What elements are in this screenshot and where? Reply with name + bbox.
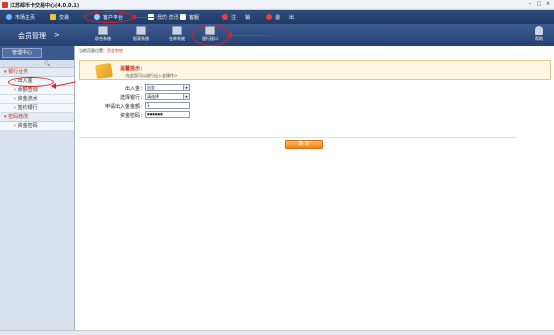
sidebar-item-fund-flow[interactable]: › 资金流水 bbox=[0, 95, 74, 104]
main-content: 当前页面位置：资金划转 温馨提示： 在此您可以进行出入金操作> 出入金： 出金 … bbox=[76, 46, 554, 330]
chevron-down-icon: ▾ bbox=[183, 85, 189, 90]
sidebar-header: 管理中心 bbox=[0, 46, 74, 60]
form-row: 申请出入金金额： 1 bbox=[79, 102, 519, 111]
sidebar-item-fund-password[interactable]: › 资金密码 bbox=[0, 122, 74, 131]
toolbar-label: 仓库系统 bbox=[169, 36, 185, 41]
amount-input[interactable]: 1 bbox=[145, 102, 190, 109]
sidebar-item-balance-query[interactable]: › 余额查询 bbox=[0, 86, 74, 95]
module-navbar: 会员管理 > 综合系统 报表系统 仓库系统 银行接口 帮助 bbox=[0, 24, 554, 46]
confirm-button[interactable]: 确 定 bbox=[285, 140, 323, 149]
tip-box: 温馨提示： 在此您可以进行出入金操作> bbox=[79, 60, 551, 80]
field-label: 申请出入金金额： bbox=[104, 104, 145, 110]
sidebar-group-bank[interactable]: ▾ 银行业务 bbox=[0, 68, 74, 77]
menu-label: 注 bbox=[231, 14, 237, 21]
annotation-arrow bbox=[230, 35, 270, 36]
coin-icon bbox=[50, 14, 56, 20]
toolbar-label: 报表系统 bbox=[133, 36, 149, 41]
help-label: 帮助 bbox=[535, 36, 543, 41]
minimize-button[interactable]: – bbox=[526, 1, 534, 8]
section-title: 会员管理 bbox=[18, 32, 46, 40]
app-logo-icon bbox=[2, 2, 8, 8]
section-arrow-icon: > bbox=[54, 31, 60, 39]
select-value: 出金 bbox=[147, 85, 155, 90]
sidebar-search[interactable]: 🔍 bbox=[0, 60, 74, 68]
window-titlebar: 江苏邮币卡交易中心(4.0.0.1) – □ × bbox=[0, 0, 554, 10]
bank-select[interactable]: 请选择 ▾ bbox=[145, 93, 190, 100]
menu-label: 出 bbox=[289, 14, 295, 21]
breadcrumb-current: 资金划转 bbox=[107, 48, 123, 53]
globe-icon bbox=[6, 14, 12, 20]
direction-select[interactable]: 出金 ▾ bbox=[145, 84, 190, 91]
toolbar-general-system[interactable]: 综合系统 bbox=[92, 26, 114, 45]
menu-label: 交易 bbox=[59, 14, 70, 21]
window-title: 江苏邮币卡交易中心(4.0.0.1) bbox=[10, 3, 80, 9]
search-icon[interactable]: 🔍 bbox=[44, 61, 50, 67]
sidebar-tab-management[interactable]: 管理中心 bbox=[2, 48, 42, 58]
annotation-arrowhead bbox=[51, 83, 56, 89]
field-label: 选择银行： bbox=[119, 95, 145, 101]
toolbar-report-system[interactable]: 报表系统 bbox=[130, 26, 152, 45]
toolbar-warehouse-system[interactable]: 仓库系统 bbox=[166, 26, 188, 45]
annotation-arrowhead bbox=[131, 14, 136, 20]
general-system-icon bbox=[98, 26, 108, 35]
report-system-icon bbox=[136, 26, 146, 35]
transfer-form: 出入金： 出金 ▾ 选择银行： 请选择 ▾ 申请出入金金额： 1 资金密码： ●… bbox=[79, 84, 519, 120]
form-row: 资金密码： ●●●●●● bbox=[79, 111, 519, 120]
field-label: 资金密码： bbox=[119, 113, 145, 119]
menu-exit[interactable]: 退 出 bbox=[266, 13, 294, 21]
menu-label: 销 bbox=[245, 14, 251, 21]
annotation-ring bbox=[192, 25, 230, 46]
sidebar-group-password[interactable]: ▾ 密码修改 bbox=[0, 113, 74, 122]
restore-button[interactable]: □ bbox=[535, 1, 543, 8]
tip-description: 在此您可以进行出入金操作> bbox=[126, 73, 178, 78]
select-value: 请选择 bbox=[147, 94, 159, 99]
menu-label: 客服 bbox=[189, 14, 200, 21]
menu-label: 市场主页 bbox=[15, 14, 36, 21]
power-icon bbox=[266, 14, 272, 20]
form-row: 出入金： 出金 ▾ bbox=[79, 84, 519, 93]
power-icon bbox=[222, 14, 228, 20]
form-row: 选择银行： 请选择 ▾ bbox=[79, 93, 519, 102]
toolbar-label: 综合系统 bbox=[95, 36, 111, 41]
menu-logout[interactable]: 注 销 bbox=[222, 13, 250, 21]
menu-label: 退 bbox=[275, 14, 281, 21]
fund-password-input[interactable]: ●●●●●● bbox=[145, 111, 190, 118]
annotation-arrow bbox=[134, 17, 180, 18]
help-button[interactable]: 帮助 bbox=[532, 26, 546, 45]
notepad-icon bbox=[95, 62, 113, 80]
help-user-icon bbox=[535, 26, 543, 35]
breadcrumb-prefix: 当前页面位置： bbox=[79, 48, 107, 53]
menu-trade[interactable]: 交易 bbox=[50, 13, 69, 21]
form-actions: 确 定 bbox=[79, 137, 517, 149]
sidebar-group-label: 密码修改 bbox=[8, 114, 29, 120]
sidebar-item-label: 资金流水 bbox=[17, 96, 38, 102]
close-button[interactable]: × bbox=[544, 1, 552, 8]
breadcrumb: 当前页面位置：资金划转 bbox=[79, 48, 123, 54]
sidebar-item-label: 签约银行 bbox=[17, 105, 38, 111]
menu-market-home[interactable]: 市场主页 bbox=[6, 13, 35, 21]
sidebar-item-label: 资金密码 bbox=[17, 123, 38, 129]
annotation-arrowhead bbox=[227, 32, 232, 38]
top-menubar: 市场主页 交易 客户平台 我的·资讯 客服 注 销 退 出 bbox=[0, 10, 554, 24]
annotation-ring bbox=[84, 11, 134, 23]
tip-title: 温馨提示： bbox=[120, 66, 146, 72]
warehouse-system-icon bbox=[172, 26, 182, 35]
menu-service[interactable]: 客服 bbox=[180, 13, 199, 21]
sidebar-item-signed-bank[interactable]: › 签约银行 bbox=[0, 104, 74, 113]
sidebar-item-label: 余额查询 bbox=[17, 87, 38, 93]
chevron-down-icon: ▾ bbox=[183, 94, 189, 99]
sidebar: 管理中心 🔍 ▾ 银行业务 › 出入金 › 余额查询 › 资金流水 › 签约银行… bbox=[0, 46, 75, 330]
service-icon bbox=[180, 14, 186, 20]
status-bar bbox=[0, 330, 554, 335]
sidebar-group-label: 银行业务 bbox=[8, 69, 29, 75]
annotation-ring bbox=[8, 77, 54, 87]
field-label: 出入金： bbox=[124, 86, 145, 92]
